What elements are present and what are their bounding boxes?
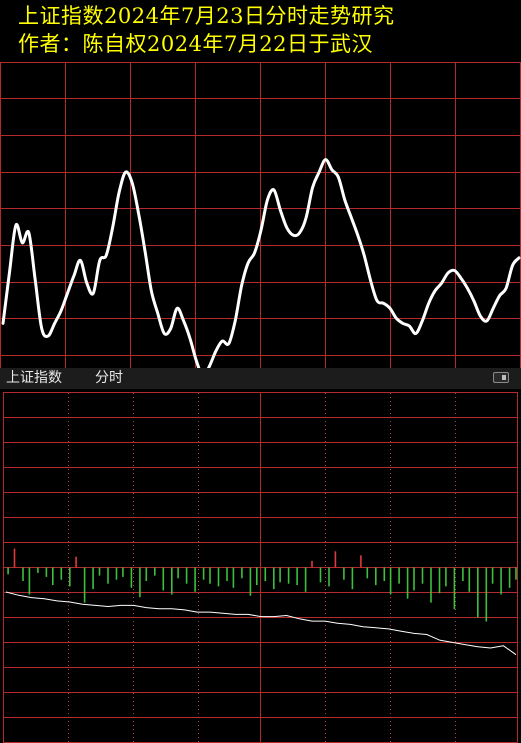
intraday-chart [0,389,521,743]
chart-header: 上证指数2024年7月23日分时走势研究 作者：陈自权2024年7月22日于武汉 [0,0,521,64]
chart-subtitle: 作者：陈自权2024年7月22日于武汉 [18,32,374,56]
intraday-grid [0,389,521,743]
forecast-grid [0,62,521,368]
panel-header: 上证指数 分时 [0,368,521,389]
index-name-label: 上证指数 [6,370,62,386]
forecast-chart [0,62,521,368]
tab-intraday[interactable]: 分时 [95,369,123,387]
window-toggle-icon[interactable] [493,372,509,383]
chart-title: 上证指数2024年7月23日分时走势研究 [18,4,395,28]
